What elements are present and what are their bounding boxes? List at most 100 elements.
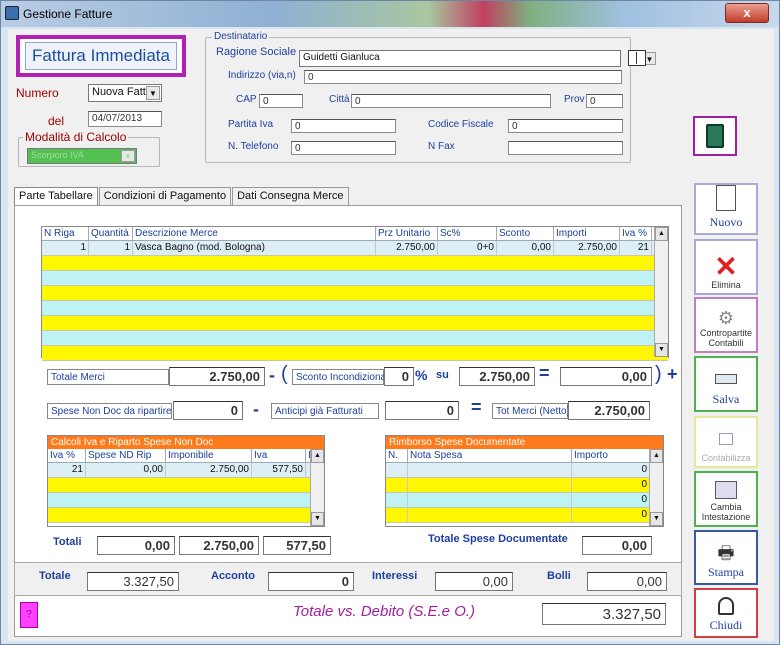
col-nota-spesa: Nota Spesa <box>408 449 572 462</box>
col-sconto: Sconto <box>497 227 554 240</box>
scroll-up-icon[interactable]: ▲ <box>655 227 668 241</box>
fax-input[interactable] <box>508 141 623 155</box>
scroll-up-icon[interactable]: ▲ <box>311 449 324 463</box>
totale-merci-label: Totale Merci <box>47 369 169 385</box>
modalita-select[interactable]: Scorporo IVA ▼ <box>27 148 137 164</box>
spese-nondoc-input[interactable]: 0 <box>173 401 243 420</box>
padlock-icon <box>718 597 734 615</box>
table-row[interactable] <box>42 316 668 331</box>
equals-sign: = <box>471 397 482 417</box>
contropartite-label: Contropartite Contabili <box>699 328 753 348</box>
cap-input[interactable]: 0 <box>259 94 303 108</box>
col-importi: Importi <box>554 227 620 240</box>
prov-input[interactable]: 0 <box>586 94 623 108</box>
acconto-input[interactable]: 0 <box>268 572 354 591</box>
cambia-intestazione-button[interactable]: Cambia Intestazione <box>694 471 758 527</box>
modalita-label: Modalità di Calcolo <box>23 130 129 144</box>
table-row[interactable] <box>42 346 668 361</box>
tab-parte-tabellare[interactable]: Parte Tabellare <box>14 187 98 206</box>
cf-label: Codice Fiscale <box>428 119 494 130</box>
chiudi-button[interactable]: Chiudi <box>694 588 758 638</box>
table-row[interactable]: 0 <box>386 478 663 493</box>
table-row[interactable]: 0 <box>386 463 663 478</box>
close-button[interactable]: x <box>725 3 769 23</box>
table-row[interactable] <box>48 493 324 508</box>
ragione-select[interactable]: Guidetti Gianluca ▼ <box>299 50 656 67</box>
table-row[interactable] <box>42 286 668 301</box>
tab-dati-consegna[interactable]: Dati Consegna Merce <box>232 187 349 205</box>
calcoli-iva-header: Iva % Spese ND Rip Imponibile Iva I <box>48 449 324 463</box>
numero-label: Numero <box>16 86 59 100</box>
address-book-icon[interactable] <box>628 50 646 66</box>
date-input[interactable]: 04/07/2013 <box>88 111 162 127</box>
table-row[interactable] <box>42 301 668 316</box>
rimborso-title: Rimborso Spese Documentate <box>386 436 663 449</box>
cell-prz: 2.750,00 <box>376 241 438 255</box>
contropartite-button[interactable]: ⚙ Contropartite Contabili <box>694 297 758 353</box>
scroll-down-icon[interactable]: ▼ <box>311 512 324 526</box>
tab-condizioni-pagamento[interactable]: Condizioni di Pagamento <box>98 187 232 205</box>
table-row[interactable]: 0 <box>386 493 663 508</box>
calculator-button[interactable] <box>693 116 737 156</box>
table-row[interactable]: 21 0,00 2.750,00 577,50 <box>48 463 324 478</box>
stampa-button[interactable]: 🖶 Stampa <box>694 530 758 585</box>
salva-button[interactable]: Salva <box>694 356 758 412</box>
cell-importo: 0 <box>572 478 650 492</box>
scroll-down-icon[interactable]: ▼ <box>650 512 663 526</box>
piva-input[interactable]: 0 <box>291 119 396 133</box>
prov-label: Prov <box>564 94 585 105</box>
rimborso-scrollbar[interactable]: ▲ ▼ <box>649 449 663 526</box>
table-row[interactable] <box>42 271 668 286</box>
contabilizza-button[interactable]: Contabilizza <box>694 416 758 468</box>
debito-value: 3.327,50 <box>542 603 666 625</box>
sconto-pct-input[interactable]: 0 <box>384 367 414 386</box>
cell-imponibile: 2.750,00 <box>166 463 252 477</box>
help-button[interactable]: ? <box>20 602 38 628</box>
rimborso-grid[interactable]: Rimborso Spese Documentate N. Nota Spesa… <box>385 435 664 527</box>
indirizzo-input[interactable]: 0 <box>304 70 622 84</box>
printer-icon: 🖶 <box>717 543 735 563</box>
gears-icon: ⚙ <box>717 308 735 328</box>
delete-x-icon: ✕ <box>714 251 738 282</box>
modalita-value: Scorporo IVA <box>31 150 84 160</box>
ragione-label: Ragione Sociale <box>216 46 297 58</box>
cell-importo: 0 <box>572 508 650 522</box>
interessi-input[interactable]: 0,00 <box>435 572 513 591</box>
table-row[interactable] <box>42 256 668 271</box>
col-descrizione: Descrizione Merce <box>133 227 376 240</box>
piva-label: Partita Iva <box>228 119 274 130</box>
bolli-input[interactable]: 0,00 <box>587 572 667 591</box>
table-row[interactable] <box>48 508 324 523</box>
numero-select[interactable]: Nuova Fatt ▼ <box>88 84 162 102</box>
table-row[interactable]: 1 1 Vasca Bagno (mod. Bologna) 2.750,00 … <box>42 241 668 256</box>
elimina-button[interactable]: ✕ Elimina <box>694 239 758 295</box>
tel-input[interactable]: 0 <box>291 141 396 155</box>
calcoli-iva-grid[interactable]: Calcoli Iva e Riparto Spese Non Doc Iva … <box>47 435 325 527</box>
table-row[interactable] <box>42 331 668 346</box>
cell-importo: 0 <box>572 493 650 507</box>
cell-sc: 0+0 <box>438 241 497 255</box>
bolli-label: Bolli <box>547 570 571 582</box>
calcoli-scrollbar[interactable]: ▲ ▼ <box>310 449 324 526</box>
cf-input[interactable]: 0 <box>508 119 623 133</box>
doc-type-label: Fattura Immediata <box>32 46 170 65</box>
spese-nondoc-label: Spese Non Doc da ripartire <box>47 403 172 419</box>
righe-scrollbar[interactable]: ▲ ▼ <box>654 227 668 357</box>
numero-value: Nuova Fatt <box>92 86 146 98</box>
pct-sign: % <box>415 367 428 383</box>
col-prz-unitario: Prz Unitario <box>376 227 438 240</box>
su-label: su <box>436 369 449 381</box>
scroll-up-icon[interactable]: ▲ <box>650 449 663 463</box>
anticipi-input[interactable]: 0 <box>385 401 459 420</box>
table-row[interactable] <box>48 478 324 493</box>
table-row[interactable]: 0 <box>386 508 663 523</box>
citta-input[interactable]: 0 <box>351 94 551 108</box>
nuovo-button[interactable]: Nuovo <box>694 183 758 235</box>
chevron-down-icon[interactable]: ▼ <box>121 150 135 162</box>
righe-grid[interactable]: N Riga Quantità Descrizione Merce Prz Un… <box>41 226 669 361</box>
citta-label: Città <box>329 94 350 105</box>
minus-sign: - <box>253 399 259 419</box>
chevron-down-icon[interactable]: ▼ <box>146 86 160 100</box>
scroll-down-icon[interactable]: ▼ <box>655 343 668 357</box>
nuovo-label: Nuovo <box>709 215 743 229</box>
